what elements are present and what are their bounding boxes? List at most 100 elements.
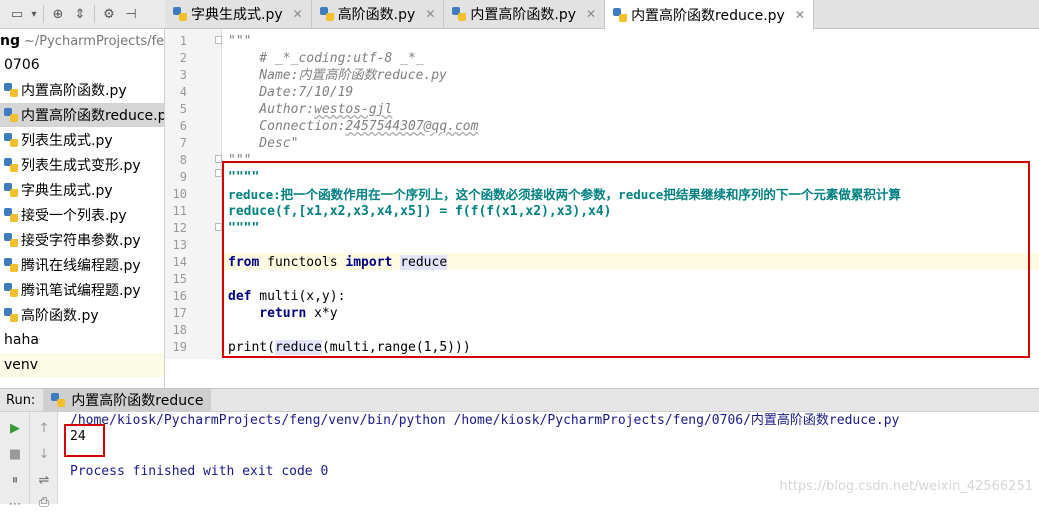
run-config-name: 内置高阶函数reduce — [71, 393, 204, 409]
tree-item[interactable]: 接受一个列表.py — [0, 203, 164, 227]
print-icon[interactable]: ⎙ — [34, 492, 54, 512]
line-number: 2 — [179, 51, 187, 65]
fold-marker-icon[interactable] — [215, 223, 222, 231]
line-number: 18 — [172, 323, 187, 337]
gear-icon[interactable]: ⚙ — [98, 3, 120, 25]
tree-item[interactable]: haha — [0, 328, 164, 352]
connection-key: Connection: — [228, 119, 346, 134]
tree-item[interactable]: 字典生成式.py — [0, 178, 164, 202]
code-highlight-box — [222, 161, 1030, 358]
line-number: 4 — [179, 85, 187, 99]
line-number: 16 — [172, 289, 187, 303]
code-line-2: # _*_coding:utf-8 _*_ — [228, 51, 424, 66]
line-number: 3 — [179, 68, 187, 82]
fold-marker-icon[interactable] — [215, 155, 222, 163]
collapse-icon[interactable]: ⇕ — [69, 3, 91, 25]
soft-wrap-icon[interactable]: ⇌ — [34, 470, 54, 490]
tree-item[interactable]: 内置高阶函数.py — [0, 78, 164, 102]
pin-icon[interactable]: ⏸ — [5, 470, 25, 490]
tree-item-label: haha — [4, 332, 39, 348]
python-file-icon — [452, 7, 467, 21]
python-file-icon — [4, 233, 18, 247]
tree-item[interactable]: 列表生成式变形.py — [0, 153, 164, 177]
python-file-icon — [4, 133, 18, 147]
run-config-tab[interactable]: 内置高阶函数reduce — [43, 388, 212, 412]
tree-item-label: venv — [4, 357, 39, 373]
code-line-6: Connection:2457544307@qq.com — [228, 118, 478, 135]
console-exit-message: Process finished with exit code 0 — [70, 464, 329, 479]
dropdown-arrow-icon[interactable]: ▾ — [28, 3, 40, 25]
tree-item[interactable]: 内置高阶函数reduce.p — [0, 103, 165, 127]
editor-tab-label: 内置高阶函数reduce.py — [631, 7, 785, 24]
code-line-4: Date:7/10/19 — [228, 85, 354, 100]
editor-tab-label: 高阶函数.py — [337, 7, 416, 23]
tree-item-label: 列表生成式变形.py — [21, 158, 141, 174]
tree-item-label: 字典生成式.py — [21, 183, 113, 199]
tree-item-label: 高阶函数.py — [21, 308, 99, 324]
project-toolbar: ▭ ▾ ⊕ ⇕ ⚙ ⊣ — [0, 0, 165, 29]
close-tab-icon[interactable]: ✕ — [795, 8, 805, 22]
python-file-icon — [4, 258, 18, 272]
more-icon[interactable]: ⋯ — [5, 494, 25, 514]
connection-value: 2457544307@qq.com — [345, 119, 479, 134]
line-number: 8 — [179, 153, 187, 167]
line-number: 12 — [172, 221, 187, 235]
rerun-icon[interactable]: ▶ — [5, 418, 25, 438]
tree-item[interactable]: 高阶函数.py — [0, 303, 164, 327]
python-file-icon — [4, 158, 18, 172]
line-number: 19 — [172, 340, 187, 354]
fold-marker-icon[interactable] — [215, 36, 222, 44]
editor-tab[interactable]: 内置高阶函数reduce.py ✕ — [605, 0, 814, 29]
tree-item-label: 腾讯笔试编程题.py — [21, 283, 141, 299]
python-file-icon — [173, 7, 187, 21]
hide-panel-icon[interactable]: ⊣ — [120, 3, 142, 25]
toolbar-separator — [43, 5, 44, 23]
stop-icon[interactable]: ■ — [5, 444, 25, 464]
python-file-icon — [4, 308, 18, 322]
tree-item-label: 0706 — [4, 57, 40, 73]
code-line-3: Name:内置高阶函数reduce.py — [228, 68, 447, 83]
tree-item-label: 内置高阶函数reduce.p — [21, 108, 165, 124]
code-line-5: Author:westos-gjl — [228, 101, 392, 118]
python-file-icon — [4, 108, 18, 122]
code-line-1: """ — [228, 34, 252, 49]
python-file-icon — [613, 7, 628, 22]
line-number: 10 — [172, 187, 187, 201]
editor-tab-label: 字典生成式.py — [191, 7, 283, 23]
watermark: https://blog.csdn.net/weixin_42566251 — [779, 479, 1033, 494]
close-tab-icon[interactable]: ✕ — [586, 7, 596, 21]
editor-tab-bar: 字典生成式.py ✕ 高阶函数.py ✕ 内置高阶函数.py ✕ 内置高阶函数reduce.… — [165, 0, 1039, 29]
project-root-row[interactable]: ng ~/PycharmProjects/fe — [0, 29, 164, 53]
line-number: 1 — [179, 34, 187, 48]
editor-tab[interactable]: 高阶函数.py ✕ — [312, 0, 445, 28]
scroll-up-icon[interactable]: ↑ — [34, 418, 54, 438]
tree-item[interactable]: 腾讯笔试编程题.py — [0, 278, 164, 302]
tree-item[interactable]: 列表生成式.py — [0, 128, 164, 152]
close-tab-icon[interactable]: ✕ — [293, 7, 303, 21]
scroll-down-icon[interactable]: ↓ — [34, 444, 54, 464]
layout-icon[interactable]: ▭ — [6, 3, 28, 25]
run-toolbar-primary: ▶ ■ ⏸ ⋯ — [0, 412, 30, 512]
python-file-icon — [319, 7, 334, 21]
locate-icon[interactable]: ⊕ — [47, 3, 69, 25]
tree-item-label: 腾讯在线编程题.py — [21, 258, 141, 274]
run-toolbar-secondary: ↑ ↓ ⇌ ⎙ — [30, 412, 58, 510]
python-file-icon — [4, 208, 18, 222]
output-highlight-box — [64, 424, 105, 457]
line-number: 13 — [172, 238, 187, 252]
editor-tab[interactable]: 字典生成式.py ✕ — [165, 0, 312, 28]
line-number: 6 — [179, 119, 187, 133]
tree-item[interactable]: 0706 — [0, 53, 164, 77]
tree-item[interactable]: 接受字符串参数.py — [0, 228, 164, 252]
tree-item[interactable]: 腾讯在线编程题.py — [0, 253, 164, 277]
tree-item[interactable]: venv — [0, 353, 164, 377]
editor-tab[interactable]: 内置高阶函数.py ✕ — [444, 0, 606, 28]
author-value: westos-gjl — [314, 102, 393, 117]
project-root-name: ng — [0, 33, 20, 49]
code-line-7: Desc" — [228, 136, 299, 151]
fold-marker-icon[interactable] — [215, 169, 222, 177]
line-number: 17 — [172, 306, 187, 320]
close-tab-icon[interactable]: ✕ — [425, 7, 435, 21]
editor-tab-label: 内置高阶函数.py — [470, 7, 576, 23]
author-key: Author: — [228, 102, 315, 117]
